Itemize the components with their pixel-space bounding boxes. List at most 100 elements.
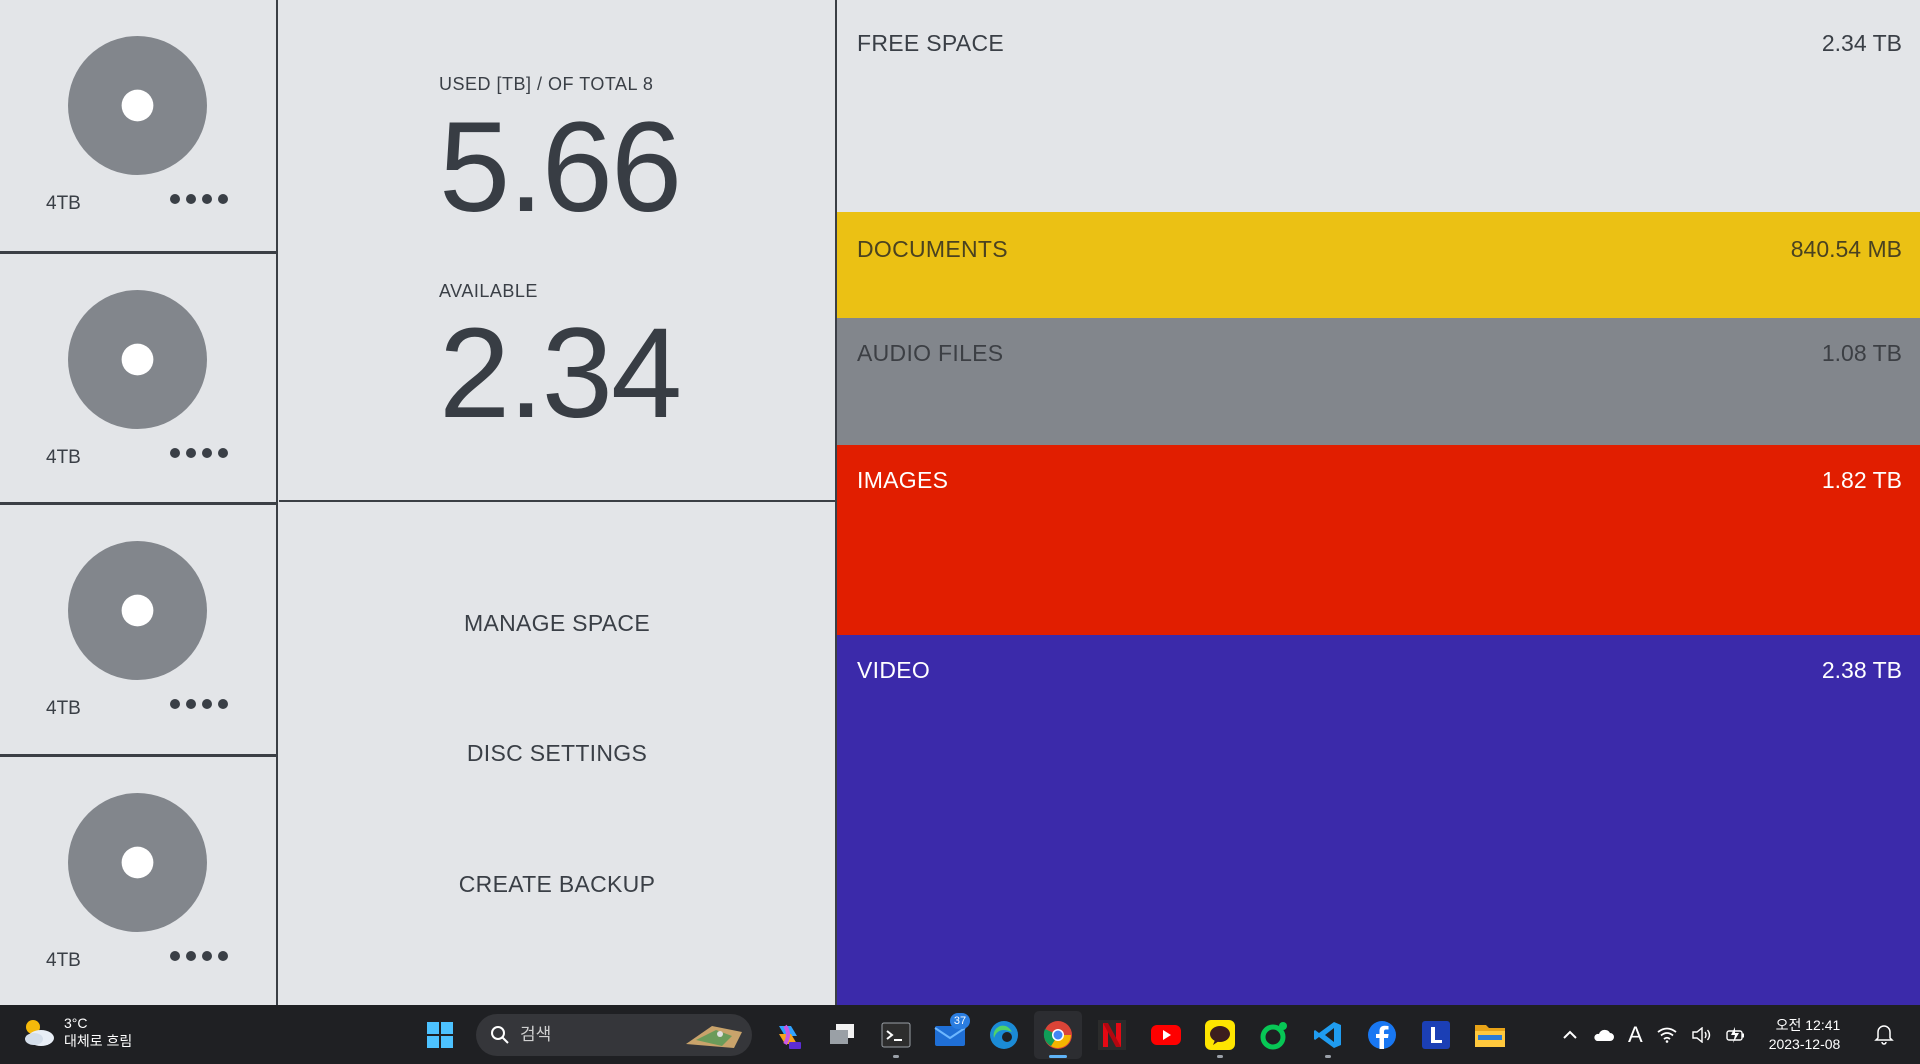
clock-date: 2023-12-08 [1768, 1035, 1841, 1052]
disc-tile-2[interactable]: 4TB [0, 251, 276, 502]
naver-line-icon [1260, 1022, 1287, 1050]
kakaotalk-button[interactable] [1196, 1011, 1244, 1059]
storage-bar-value: 2.38 TB [1821, 657, 1902, 683]
edge-icon [990, 1021, 1018, 1049]
disc-more-button[interactable] [170, 194, 228, 204]
storage-app: 4TB 4TB 4TB 4TB USED [TB] / OF TOTAL 8 5… [0, 0, 1920, 1005]
netflix-button[interactable] [1088, 1011, 1136, 1059]
storage-bar-label: IMAGES [857, 467, 949, 493]
weather-temperature: 3°C [64, 1015, 88, 1031]
disc-more-button[interactable] [170, 699, 228, 709]
cloud-icon [1594, 1029, 1614, 1041]
storage-bar-label: FREE SPACE [857, 30, 1004, 56]
search-input[interactable] [518, 1024, 668, 1046]
storage-bar-value: 1.08 TB [1821, 340, 1902, 366]
disc-size-label: 4TB [46, 193, 81, 214]
task-view-icon [830, 1024, 854, 1044]
search-highlight-icon [686, 1026, 742, 1048]
netflix-icon [1098, 1020, 1126, 1050]
actions-menu: MANAGE SPACE DISC SETTINGS CREATE BACKUP [279, 504, 835, 1005]
disc-settings-button[interactable]: DISC SETTINGS [279, 740, 835, 767]
copilot-button[interactable] [764, 1011, 812, 1059]
show-hidden-icons-button[interactable] [1562, 1030, 1578, 1040]
line-button[interactable] [1250, 1011, 1298, 1059]
disc-list: 4TB 4TB 4TB 4TB [0, 0, 278, 1005]
disc-icon [68, 793, 207, 932]
facebook-button[interactable] [1358, 1011, 1406, 1059]
onedrive-button[interactable] [1592, 1028, 1614, 1042]
storage-bar-label: VIDEO [857, 657, 931, 683]
available-label: AVAILABLE [439, 281, 538, 301]
storage-bar-value: 840.54 MB [1790, 236, 1902, 262]
storage-bar-images[interactable]: IMAGES 1.82 TB [837, 445, 1920, 635]
available-value: 2.34 [439, 302, 682, 445]
chevron-up-icon [1563, 1030, 1577, 1039]
storage-bar-value: 2.34 TB [1821, 30, 1902, 56]
storage-bar-value: 1.82 TB [1821, 467, 1902, 493]
create-backup-button[interactable]: CREATE BACKUP [279, 871, 835, 898]
battery-button[interactable] [1725, 1026, 1747, 1044]
manage-space-button[interactable]: MANAGE SPACE [279, 610, 835, 637]
chrome-button[interactable] [1034, 1011, 1082, 1059]
youtube-button[interactable] [1142, 1011, 1190, 1059]
disc-size-label: 4TB [46, 447, 81, 468]
mail-button[interactable]: 37 [926, 1011, 974, 1059]
windows-start-icon [427, 1022, 453, 1048]
network-button[interactable] [1657, 1027, 1677, 1043]
taskbar-apps: 37 [416, 1011, 1514, 1059]
system-tray: A 오전 12:41 2023-12-08 [1562, 1005, 1840, 1064]
task-view-button[interactable] [818, 1011, 866, 1059]
youtube-icon [1151, 1025, 1181, 1045]
kakaotalk-icon [1205, 1020, 1235, 1050]
facebook-icon [1368, 1021, 1396, 1049]
mail-badge: 37 [950, 1013, 970, 1029]
copilot-icon [779, 1024, 801, 1049]
battery-charging-icon [1725, 1026, 1744, 1043]
disc-tile-4[interactable]: 4TB [0, 754, 276, 1005]
storage-bar-label: AUDIO FILES [857, 340, 1004, 366]
terminal-icon [881, 1022, 911, 1048]
used-value: 5.66 [439, 96, 682, 239]
storage-bar-label: DOCUMENTS [857, 236, 1008, 262]
wifi-icon [1657, 1027, 1677, 1043]
storage-bar-video[interactable]: VIDEO 2.38 TB [837, 635, 1920, 1005]
terminal-button[interactable] [872, 1011, 920, 1059]
usage-stats: USED [TB] / OF TOTAL 8 5.66 AVAILABLE 2.… [279, 0, 835, 502]
folder-icon [1475, 1025, 1505, 1047]
ime-indicator[interactable]: A [1628, 1022, 1643, 1048]
speaker-icon [1691, 1026, 1710, 1043]
disc-size-label: 4TB [46, 950, 81, 971]
edge-button[interactable] [980, 1011, 1028, 1059]
used-label: USED [TB] / OF TOTAL 8 [439, 74, 654, 94]
storage-breakdown: FREE SPACE 2.34 TB DOCUMENTS 840.54 MB A… [835, 0, 1920, 1005]
l-app-button[interactable] [1412, 1011, 1460, 1059]
disc-more-button[interactable] [170, 448, 228, 458]
chrome-icon [1043, 1021, 1072, 1049]
storage-bar-documents[interactable]: DOCUMENTS 840.54 MB [837, 212, 1920, 318]
weather-widget[interactable]: 3°C 대체로 흐림 [20, 1014, 132, 1050]
disc-icon [68, 541, 207, 680]
file-explorer-button[interactable] [1466, 1011, 1514, 1059]
disc-icon [68, 290, 207, 429]
vscode-button[interactable] [1304, 1011, 1352, 1059]
taskbar: 3°C 대체로 흐림 검색 37 A 오전 12:41 2023-12-08 [0, 1005, 1920, 1064]
clock-time: 오전 12:41 [1775, 1016, 1841, 1033]
taskbar-search[interactable] [476, 1014, 752, 1056]
disc-tile-1[interactable]: 4TB [0, 0, 276, 251]
disc-more-button[interactable] [170, 951, 228, 961]
vscode-icon [1314, 1022, 1341, 1048]
storage-bar-free-space[interactable]: FREE SPACE 2.34 TB [837, 0, 1920, 212]
system-clock[interactable]: 오전 12:41 2023-12-08 [1769, 1016, 1841, 1054]
volume-button[interactable] [1691, 1026, 1711, 1043]
disc-icon [68, 36, 207, 175]
storage-bar-audio-files[interactable]: AUDIO FILES 1.08 TB [837, 318, 1920, 445]
start-button[interactable] [416, 1011, 464, 1059]
cloudy-weather-icon [25, 1020, 54, 1046]
bell-icon [1874, 1025, 1894, 1045]
notifications-button[interactable] [1874, 1023, 1894, 1050]
weather-description: 대체로 흐림 [64, 1033, 133, 1049]
disc-size-label: 4TB [46, 698, 81, 719]
search-icon [491, 1026, 509, 1044]
l-app-icon [1422, 1021, 1450, 1049]
disc-tile-3[interactable]: 4TB [0, 502, 276, 753]
